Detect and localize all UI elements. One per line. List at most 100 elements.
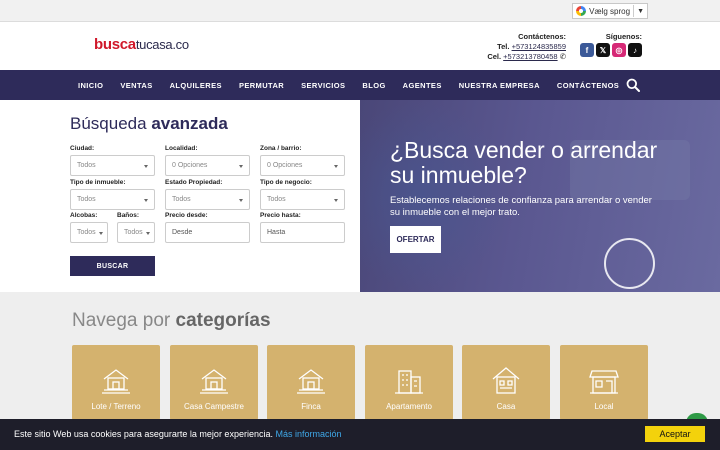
categories-title: Navega por categorías	[72, 310, 271, 332]
logo-part-tucasa: tucasa.co	[135, 37, 189, 52]
nav-item-alquileres[interactable]: ALQUILERES	[170, 81, 222, 90]
store-icon	[589, 370, 619, 394]
farm-icon	[297, 369, 325, 394]
city-label: Ciudad:	[70, 145, 95, 152]
property-type-label: Tipo de inmueble:	[70, 179, 126, 186]
nav-menu: INICIO VENTAS ALQUILERES PERMUTAR SERVICIOS B…	[78, 70, 636, 100]
hero-heading: ¿Busca vender o arrendar su inmueble?	[390, 137, 658, 188]
cel-link[interactable]: +573213780458	[503, 52, 557, 61]
price-to-input[interactable]: Hasta	[260, 222, 345, 243]
price-from-placeholder: Desde	[172, 229, 193, 236]
property-state-select-value: Todos	[172, 196, 191, 203]
nav-item-servicios[interactable]: SERVICIOS	[301, 81, 345, 90]
tiktok-icon[interactable]: ♪	[628, 43, 642, 57]
nav-item-inicio[interactable]: INICIO	[78, 81, 103, 90]
nav-item-blog[interactable]: BLOG	[362, 81, 385, 90]
cookie-banner: Este sitio Web usa cookies para asegurar…	[0, 419, 720, 450]
language-divider	[633, 5, 635, 17]
bedrooms-select-value: Todos	[77, 229, 96, 236]
category-card-casa[interactable]: Casa	[462, 345, 550, 420]
search-panel-title: Búsqueda avanzada	[70, 114, 228, 134]
price-to-label: Precio hasta:	[260, 212, 301, 219]
property-type-select-value: Todos	[77, 196, 96, 203]
bathrooms-select-value: Todos	[124, 229, 143, 236]
business-type-label: Tipo de negocio:	[260, 179, 312, 186]
tel-line: Tel. +573124835859	[487, 42, 566, 52]
farm-house-icon	[102, 369, 130, 394]
category-label: Casa	[496, 402, 516, 411]
hero-banner: ¿Busca vender o arrendar su inmueble? Es…	[360, 100, 720, 292]
business-type-select[interactable]: Todos	[260, 189, 345, 210]
bathrooms-select[interactable]: Todos	[117, 222, 155, 243]
search-title-bold: avanzada	[151, 114, 228, 133]
apartment-building-icon	[395, 370, 423, 394]
category-card-local[interactable]: Local	[560, 345, 648, 420]
search-icon[interactable]	[626, 78, 640, 92]
cookie-accept-button[interactable]: Aceptar	[645, 426, 705, 442]
property-type-select[interactable]: Todos	[70, 189, 155, 210]
social-block: Síguenos: f 𝕏 ◎ ♪	[578, 32, 642, 57]
category-card-apartamento[interactable]: Apartamento	[365, 345, 453, 420]
category-label: Casa Campestre	[183, 402, 245, 411]
nav-item-nuestra-empresa[interactable]: NUESTRA EMPRESA	[459, 81, 540, 90]
category-card-casa-campestre[interactable]: Casa Campestre	[170, 345, 258, 420]
nav-item-agentes[interactable]: AGENTES	[403, 81, 442, 90]
chevron-down-icon	[146, 232, 150, 235]
hero-circle-decoration	[604, 238, 655, 289]
city-select[interactable]: Todos	[70, 155, 155, 176]
chevron-down-icon	[334, 199, 338, 202]
zone-label: Zona / barrio:	[260, 145, 302, 152]
language-selector[interactable]: Vælg sprog ▼	[572, 3, 648, 19]
zone-select[interactable]: 0 Opciones	[260, 155, 345, 176]
nav-item-ventas[interactable]: VENTAS	[120, 81, 152, 90]
cookie-more-link[interactable]: Más información	[275, 429, 341, 439]
language-label: Vælg sprog	[589, 6, 631, 16]
locality-select-value: 0 Opciones	[172, 162, 208, 169]
ofertar-button[interactable]: OFERTAR	[390, 226, 441, 253]
cookie-message-line: Este sitio Web usa cookies para asegurar…	[14, 429, 342, 439]
property-state-label: Estado Propiedad:	[165, 179, 223, 186]
search-title-light: Búsqueda	[70, 114, 147, 133]
chevron-down-icon: ▼	[637, 7, 644, 15]
site-logo[interactable]: buscatucasa.co	[94, 36, 189, 53]
category-label: Apartamento	[386, 402, 432, 411]
tel-link[interactable]: +573124835859	[512, 42, 566, 51]
social-icons: f 𝕏 ◎ ♪	[578, 43, 642, 57]
house-icon	[492, 367, 520, 394]
advanced-search-panel: Búsqueda avanzada Ciudad: Todos Localida…	[0, 100, 360, 292]
top-bar: Vælg sprog ▼	[0, 0, 720, 22]
categories-title-bold: categorías	[175, 310, 271, 331]
property-state-select[interactable]: Todos	[165, 189, 250, 210]
chevron-down-icon	[334, 165, 338, 168]
zone-select-value: 0 Opciones	[267, 162, 303, 169]
nav-item-contáctenos[interactable]: CONTÁCTENOS	[557, 81, 619, 90]
locality-select[interactable]: 0 Opciones	[165, 155, 250, 176]
facebook-icon[interactable]: f	[580, 43, 594, 57]
city-select-value: Todos	[77, 162, 96, 169]
google-icon	[576, 6, 587, 16]
nav-item-permutar[interactable]: PERMUTAR	[239, 81, 284, 90]
price-from-input[interactable]: Desde	[165, 222, 250, 243]
contact-block: Contáctenos: Tel. +573124835859 Cel. +57…	[487, 32, 566, 62]
country-house-icon	[200, 369, 228, 394]
category-label: Local	[594, 402, 614, 411]
chevron-down-icon	[99, 232, 103, 235]
chevron-down-icon	[144, 165, 148, 168]
whatsapp-icon: ✆	[559, 52, 566, 61]
hero-text: Establecemos relaciones de confianza par…	[390, 195, 652, 218]
cel-label: Cel.	[487, 52, 502, 61]
tel-label: Tel.	[497, 42, 510, 51]
category-card-finca[interactable]: Finca	[267, 345, 355, 420]
instagram-icon[interactable]: ◎	[612, 43, 626, 57]
contact-title: Contáctenos:	[518, 32, 566, 41]
category-card-lote[interactable]: Lote / Terreno	[72, 345, 160, 420]
cel-line: Cel. +573213780458 ✆	[487, 52, 566, 62]
x-icon[interactable]: 𝕏	[596, 43, 610, 57]
chevron-down-icon	[144, 199, 148, 202]
cookie-message: Este sitio Web usa cookies para asegurar…	[14, 429, 273, 439]
follow-title: Síguenos:	[605, 32, 642, 41]
site-header: buscatucasa.co Contáctenos: Tel. +573124…	[0, 22, 720, 70]
search-button[interactable]: BUSCAR	[70, 256, 155, 276]
price-to-placeholder: Hasta	[267, 229, 286, 236]
bedrooms-select[interactable]: Todos	[70, 222, 108, 243]
